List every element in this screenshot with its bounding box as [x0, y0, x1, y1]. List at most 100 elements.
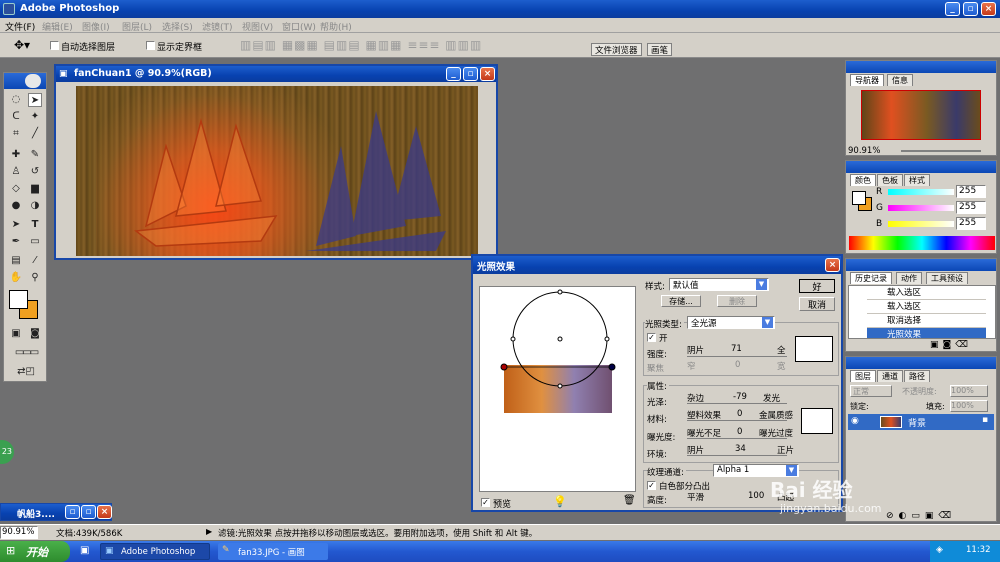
document-canvas[interactable] — [76, 86, 478, 256]
light-ellipse[interactable] — [480, 287, 636, 492]
menu-image[interactable]: 图像(I) — [82, 20, 110, 33]
taskbar-photoshop[interactable]: ▣ Adobe Photoshop — [100, 543, 210, 560]
history-item[interactable]: 取消选择 — [867, 314, 986, 328]
file-browser-tab[interactable]: 文件浏览器 — [591, 43, 642, 56]
lasso-tool-icon[interactable]: ᑕ — [9, 110, 23, 124]
eraser-tool-icon[interactable]: ◇ — [9, 182, 23, 196]
navigator-thumbnail[interactable] — [861, 90, 981, 140]
tray-icon[interactable]: ◈ — [936, 545, 943, 555]
navigator-zoom[interactable]: 90.91% — [848, 146, 880, 156]
stamp-tool-icon[interactable]: ♙ — [9, 165, 23, 179]
doc-close-button[interactable]: × — [480, 67, 495, 81]
ambient-color-swatch[interactable] — [801, 408, 833, 434]
channels-tab[interactable]: 通道 — [877, 370, 903, 382]
menu-window[interactable]: 窗口(W) — [282, 20, 316, 33]
mini-maximize-button[interactable]: ▫ — [81, 505, 96, 519]
menu-file[interactable]: 文件(F) — [5, 20, 35, 33]
maximize-button[interactable]: ▫ — [963, 2, 978, 16]
tool-presets-tab[interactable]: 工具预设 — [926, 272, 968, 284]
foreground-color[interactable] — [9, 290, 28, 309]
blend-mode-select[interactable]: 正常 — [850, 385, 892, 397]
menu-help[interactable]: 帮助(H) — [320, 20, 352, 33]
history-item-selected[interactable]: 光照效果 — [867, 328, 986, 338]
opacity-value[interactable]: 100% — [950, 385, 988, 397]
material-slider[interactable] — [687, 420, 787, 421]
fg-color-swatch[interactable] — [852, 191, 866, 205]
fill-value[interactable]: 100% — [950, 400, 988, 412]
navigator-zoom-slider[interactable] — [901, 150, 981, 152]
minimize-button[interactable]: _ — [945, 2, 960, 16]
g-value[interactable]: 255 — [956, 201, 986, 214]
color-ramp[interactable] — [849, 236, 995, 250]
paths-tab[interactable]: 路径 — [904, 370, 930, 382]
path-select-icon[interactable]: ➤ — [9, 218, 23, 232]
slice-tool-icon[interactable]: ╱ — [28, 127, 42, 141]
restore-button[interactable]: ▫ — [65, 505, 80, 519]
show-bounds-checkbox[interactable] — [146, 41, 155, 50]
ambience-slider[interactable] — [687, 455, 787, 456]
taskbar-paint[interactable]: ✎ fan33.JPG - 画图 — [218, 543, 328, 560]
r-value[interactable]: 255 — [956, 185, 986, 198]
brush-tool-icon[interactable]: ✎ — [28, 148, 42, 162]
hand-tool-icon[interactable]: ✋ — [9, 271, 23, 285]
crop-tool-icon[interactable]: ⌗ — [9, 127, 23, 141]
menu-layer[interactable]: 图层(L) — [122, 20, 152, 33]
trash-icon[interactable]: 🗑 — [623, 495, 636, 506]
r-slider[interactable] — [888, 189, 954, 195]
gloss-slider[interactable] — [687, 403, 787, 404]
menu-view[interactable]: 视图(V) — [242, 20, 273, 33]
zoom-tool-icon[interactable]: ⚲ — [28, 271, 42, 285]
actions-tab[interactable]: 动作 — [896, 272, 922, 284]
eye-icon[interactable]: ◉ — [851, 416, 859, 426]
type-tool-icon[interactable]: T — [28, 218, 42, 232]
history-buttons[interactable]: ▣◙⌫ — [930, 340, 972, 350]
layer-row[interactable]: ◉ 背景 ▪ — [848, 414, 994, 430]
quickmask-on-icon[interactable]: ◙ — [28, 327, 42, 341]
mini-close-button[interactable]: × — [97, 505, 112, 519]
intensity-slider[interactable] — [687, 356, 787, 357]
light-preview[interactable] — [479, 286, 636, 492]
layers-tab[interactable]: 图层 — [850, 370, 876, 382]
brushes-tab[interactable]: 画笔 — [647, 43, 673, 56]
swatches-tab[interactable]: 色板 — [877, 174, 903, 186]
dialog-close-button[interactable]: × — [825, 258, 840, 272]
screen-mode-icon[interactable]: ▭▭▭ — [7, 346, 45, 360]
b-slider[interactable] — [888, 221, 954, 227]
menu-edit[interactable]: 编辑(E) — [42, 20, 73, 33]
doc-minimize-button[interactable]: _ — [446, 67, 461, 81]
pen-tool-icon[interactable]: ✒ — [9, 235, 23, 249]
history-item[interactable]: 载入选区 — [867, 300, 986, 314]
auto-select-checkbox[interactable] — [50, 41, 59, 50]
jump-to-imageready-icon[interactable]: ⇄◰ — [14, 365, 38, 379]
healing-brush-icon[interactable]: ✚ — [9, 148, 23, 162]
preview-checkbox[interactable]: ✓ — [481, 498, 490, 507]
status-arrow-icon[interactable]: ▶ — [206, 527, 212, 536]
close-button[interactable]: × — [981, 2, 996, 16]
dodge-tool-icon[interactable]: ◑ — [28, 199, 42, 213]
exposure-slider[interactable] — [687, 438, 787, 439]
history-brush-icon[interactable]: ↺ — [28, 165, 42, 179]
layers-buttons[interactable]: ⊘◐▭▣⌫ — [886, 511, 956, 521]
history-item[interactable]: 载入选区 — [867, 286, 986, 300]
light-color-swatch[interactable] — [795, 336, 833, 362]
status-zoom[interactable]: 90.91% — [0, 526, 38, 539]
marquee-tool-icon[interactable]: ◌ — [9, 93, 23, 107]
move-tool-icon[interactable]: ✥▾ — [14, 38, 30, 52]
light-on-checkbox[interactable]: ✓ — [647, 333, 656, 342]
info-tab[interactable]: 信息 — [887, 74, 913, 86]
g-slider[interactable] — [888, 205, 954, 211]
ok-button[interactable]: 好 — [799, 279, 835, 293]
blur-tool-icon[interactable]: ● — [9, 199, 23, 213]
navigator-tab[interactable]: 导航器 — [850, 74, 884, 86]
notes-tool-icon[interactable]: ▤ — [9, 254, 23, 268]
shape-tool-icon[interactable]: ▭ — [28, 235, 42, 249]
magic-wand-icon[interactable]: ✦ — [28, 110, 42, 124]
white-high-checkbox[interactable]: ✓ — [647, 481, 656, 490]
light-type-select[interactable]: 全光源 ▼ — [687, 316, 775, 329]
style-select[interactable]: 默认值 ▼ — [669, 278, 769, 291]
history-tab[interactable]: 历史记录 — [850, 272, 892, 284]
color-tab[interactable]: 颜色 — [850, 174, 876, 186]
minimized-window[interactable]: 帆船3.... ▫ ▫ × — [0, 503, 112, 521]
eyedropper-icon[interactable]: ⁄ — [28, 254, 42, 268]
b-value[interactable]: 255 — [956, 217, 986, 230]
